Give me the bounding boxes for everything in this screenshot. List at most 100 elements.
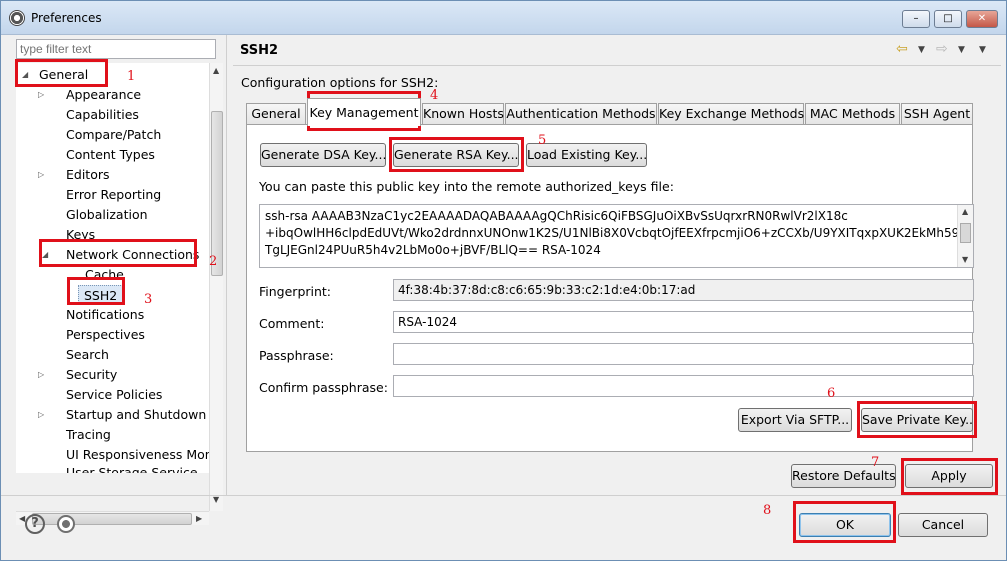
window-title: Preferences (31, 11, 102, 25)
tree-item-search[interactable]: Search (66, 345, 109, 365)
ok-button[interactable]: OK (799, 513, 891, 537)
scroll-down-arrow-icon[interactable]: ▼ (213, 495, 219, 504)
public-key-textarea[interactable]: ssh-rsa AAAAB3NzaC1yc2EAAAADAQABAAAAgQCh… (259, 204, 974, 268)
tree-item-label: UI Responsiveness Mon (66, 447, 209, 462)
tree-item-label: Perspectives (66, 327, 145, 342)
page-title: SSH2 (240, 43, 279, 58)
comment-label: Comment: (259, 316, 325, 331)
tab-known-hosts[interactable]: Known Hosts (422, 103, 504, 125)
annotation-number: 1 (127, 69, 136, 84)
tree-item-label: Startup and Shutdown (66, 407, 207, 422)
tree-item-ui-responsiveness[interactable]: UI Responsiveness Mon (66, 445, 209, 465)
public-key-scrollbar[interactable]: ▲ ▼ (957, 205, 973, 267)
annotation-number: 8 (763, 503, 772, 518)
public-key-line: TgLJEGnl24PUuR5h4v2LbMo0o+jBVF/BLlQ== RS… (265, 243, 601, 257)
tree-item-compare-patch[interactable]: Compare/Patch (66, 125, 161, 145)
tree-item-label: General (39, 67, 89, 82)
tree-item-startup-and-shutdown[interactable]: ▷ Startup and Shutdown (38, 405, 206, 425)
scroll-up-arrow-icon[interactable]: ▲ (213, 66, 219, 75)
back-menu-chevron-icon[interactable]: ▼ (918, 45, 925, 55)
collapsed-triangle-icon[interactable]: ▷ (38, 165, 44, 185)
passphrase-label: Passphrase: (259, 348, 334, 363)
preference-navigation: ◢ General ▷ Appearance Capabilities Comp… (9, 35, 223, 525)
tree-item-security[interactable]: ▷ Security (38, 365, 117, 385)
tree-item-user-storage-service[interactable]: User Storage Service (66, 463, 198, 473)
tree-item-label: Security (66, 367, 118, 382)
tree-item-tracing[interactable]: Tracing (66, 425, 111, 445)
tab-general[interactable]: General (246, 103, 306, 125)
annotation-number: 4 (430, 88, 439, 103)
collapsed-triangle-icon[interactable]: ▷ (38, 85, 44, 105)
tree-item-perspectives[interactable]: Perspectives (66, 325, 145, 345)
scroll-down-arrow-icon[interactable]: ▼ (962, 255, 968, 264)
paste-key-label: You can paste this public key into the r… (259, 179, 674, 194)
generate-dsa-key-button[interactable]: Generate DSA Key... (260, 143, 386, 167)
export-via-sftp-button[interactable]: Export Via SFTP... (738, 408, 852, 432)
tree-item-label: Tracing (66, 427, 111, 442)
generate-rsa-key-button[interactable]: Generate RSA Key... (393, 143, 519, 167)
back-arrow-icon[interactable]: ⇦ (896, 41, 908, 57)
save-private-key-button[interactable]: Save Private Key... (861, 408, 977, 432)
help-icon[interactable]: ? (25, 514, 45, 534)
scroll-thumb[interactable] (960, 223, 971, 243)
forward-menu-chevron-icon[interactable]: ▼ (958, 45, 965, 55)
apply-button[interactable]: Apply (905, 464, 993, 488)
tree-item-error-reporting[interactable]: Error Reporting (66, 185, 161, 205)
tree-item-label: Keys (66, 227, 96, 242)
expanded-triangle-icon[interactable]: ◢ (42, 245, 48, 265)
tree-item-label: Search (66, 347, 109, 362)
tree-item-content-types[interactable]: Content Types (66, 145, 155, 165)
public-key-line: +ibqOwlHH6clpdEdUVt/Wko2drdnnxUNOnw1K2S/… (265, 226, 960, 240)
cancel-button[interactable]: Cancel (898, 513, 988, 537)
annotation-number: 2 (209, 254, 218, 269)
tree-item-label: Error Reporting (66, 187, 162, 202)
tree-item-label: SSH2 (84, 288, 118, 303)
minimize-button[interactable]: – (902, 10, 930, 28)
tab-ssh-agent[interactable]: SSH Agent (901, 103, 973, 125)
filter-input[interactable] (16, 39, 216, 59)
tree-item-notifications[interactable]: Notifications (66, 305, 144, 325)
tree-item-label: Network Connections (66, 247, 200, 262)
tab-key-exchange-methods[interactable]: Key Exchange Methods (658, 103, 804, 125)
collapsed-triangle-icon[interactable]: ▷ (38, 365, 44, 385)
confirm-passphrase-field[interactable] (393, 375, 974, 397)
scroll-right-arrow-icon[interactable]: ▶ (196, 514, 202, 523)
tree-vertical-scrollbar[interactable]: ▲ ▼ (209, 63, 223, 511)
tree-item-editors[interactable]: ▷ Editors (38, 165, 110, 185)
tree-item-service-policies[interactable]: Service Policies (66, 385, 162, 405)
view-menu-chevron-icon[interactable]: ▼ (979, 45, 986, 55)
annotation-number: 7 (871, 455, 880, 470)
fingerprint-field: 4f:38:4b:37:8d:c8:c6:65:9b:33:c2:1d:e4:0… (393, 279, 974, 301)
scroll-thumb[interactable] (211, 111, 223, 276)
tree-item-cache[interactable]: Cache (85, 265, 124, 285)
tree-item-network-connections[interactable]: ◢ Network Connections (42, 245, 199, 265)
tree-item-ssh2[interactable]: SSH2 (78, 285, 124, 305)
tree-item-capabilities[interactable]: Capabilities (66, 105, 139, 125)
tree-item-keys[interactable]: Keys (66, 225, 95, 245)
maximize-button[interactable]: □ (934, 10, 962, 28)
expanded-triangle-icon[interactable]: ◢ (22, 65, 28, 85)
tab-key-management[interactable]: Key Management (307, 98, 421, 126)
annotation-number: 3 (144, 292, 153, 307)
annotation-number: 5 (538, 133, 547, 148)
passphrase-field[interactable] (393, 343, 974, 365)
tree-item-label: Cache (85, 267, 124, 282)
tab-authentication-methods[interactable]: Authentication Methods (505, 103, 657, 125)
comment-field[interactable]: RSA-1024 (393, 311, 974, 333)
restore-defaults-button[interactable]: Restore Defaults (791, 464, 896, 488)
confirm-passphrase-label: Confirm passphrase: (259, 380, 388, 395)
panel-divider[interactable] (226, 35, 227, 495)
scroll-up-arrow-icon[interactable]: ▲ (962, 207, 968, 216)
tree-item-label: Notifications (66, 307, 145, 322)
scroll-thumb[interactable] (32, 513, 192, 525)
close-button[interactable]: ✕ (966, 10, 998, 28)
tree-item-globalization[interactable]: Globalization (66, 205, 148, 225)
tree-item-label: Globalization (66, 207, 148, 222)
tab-mac-methods[interactable]: MAC Methods (805, 103, 900, 125)
tree-item-appearance[interactable]: ▷ Appearance (38, 85, 141, 105)
record-macro-icon[interactable] (57, 515, 75, 533)
eclipse-app-icon (9, 10, 25, 26)
collapsed-triangle-icon[interactable]: ▷ (38, 405, 44, 425)
forward-arrow-icon[interactable]: ⇨ (936, 41, 948, 57)
tree-item-general[interactable]: ◢ General (22, 65, 88, 85)
